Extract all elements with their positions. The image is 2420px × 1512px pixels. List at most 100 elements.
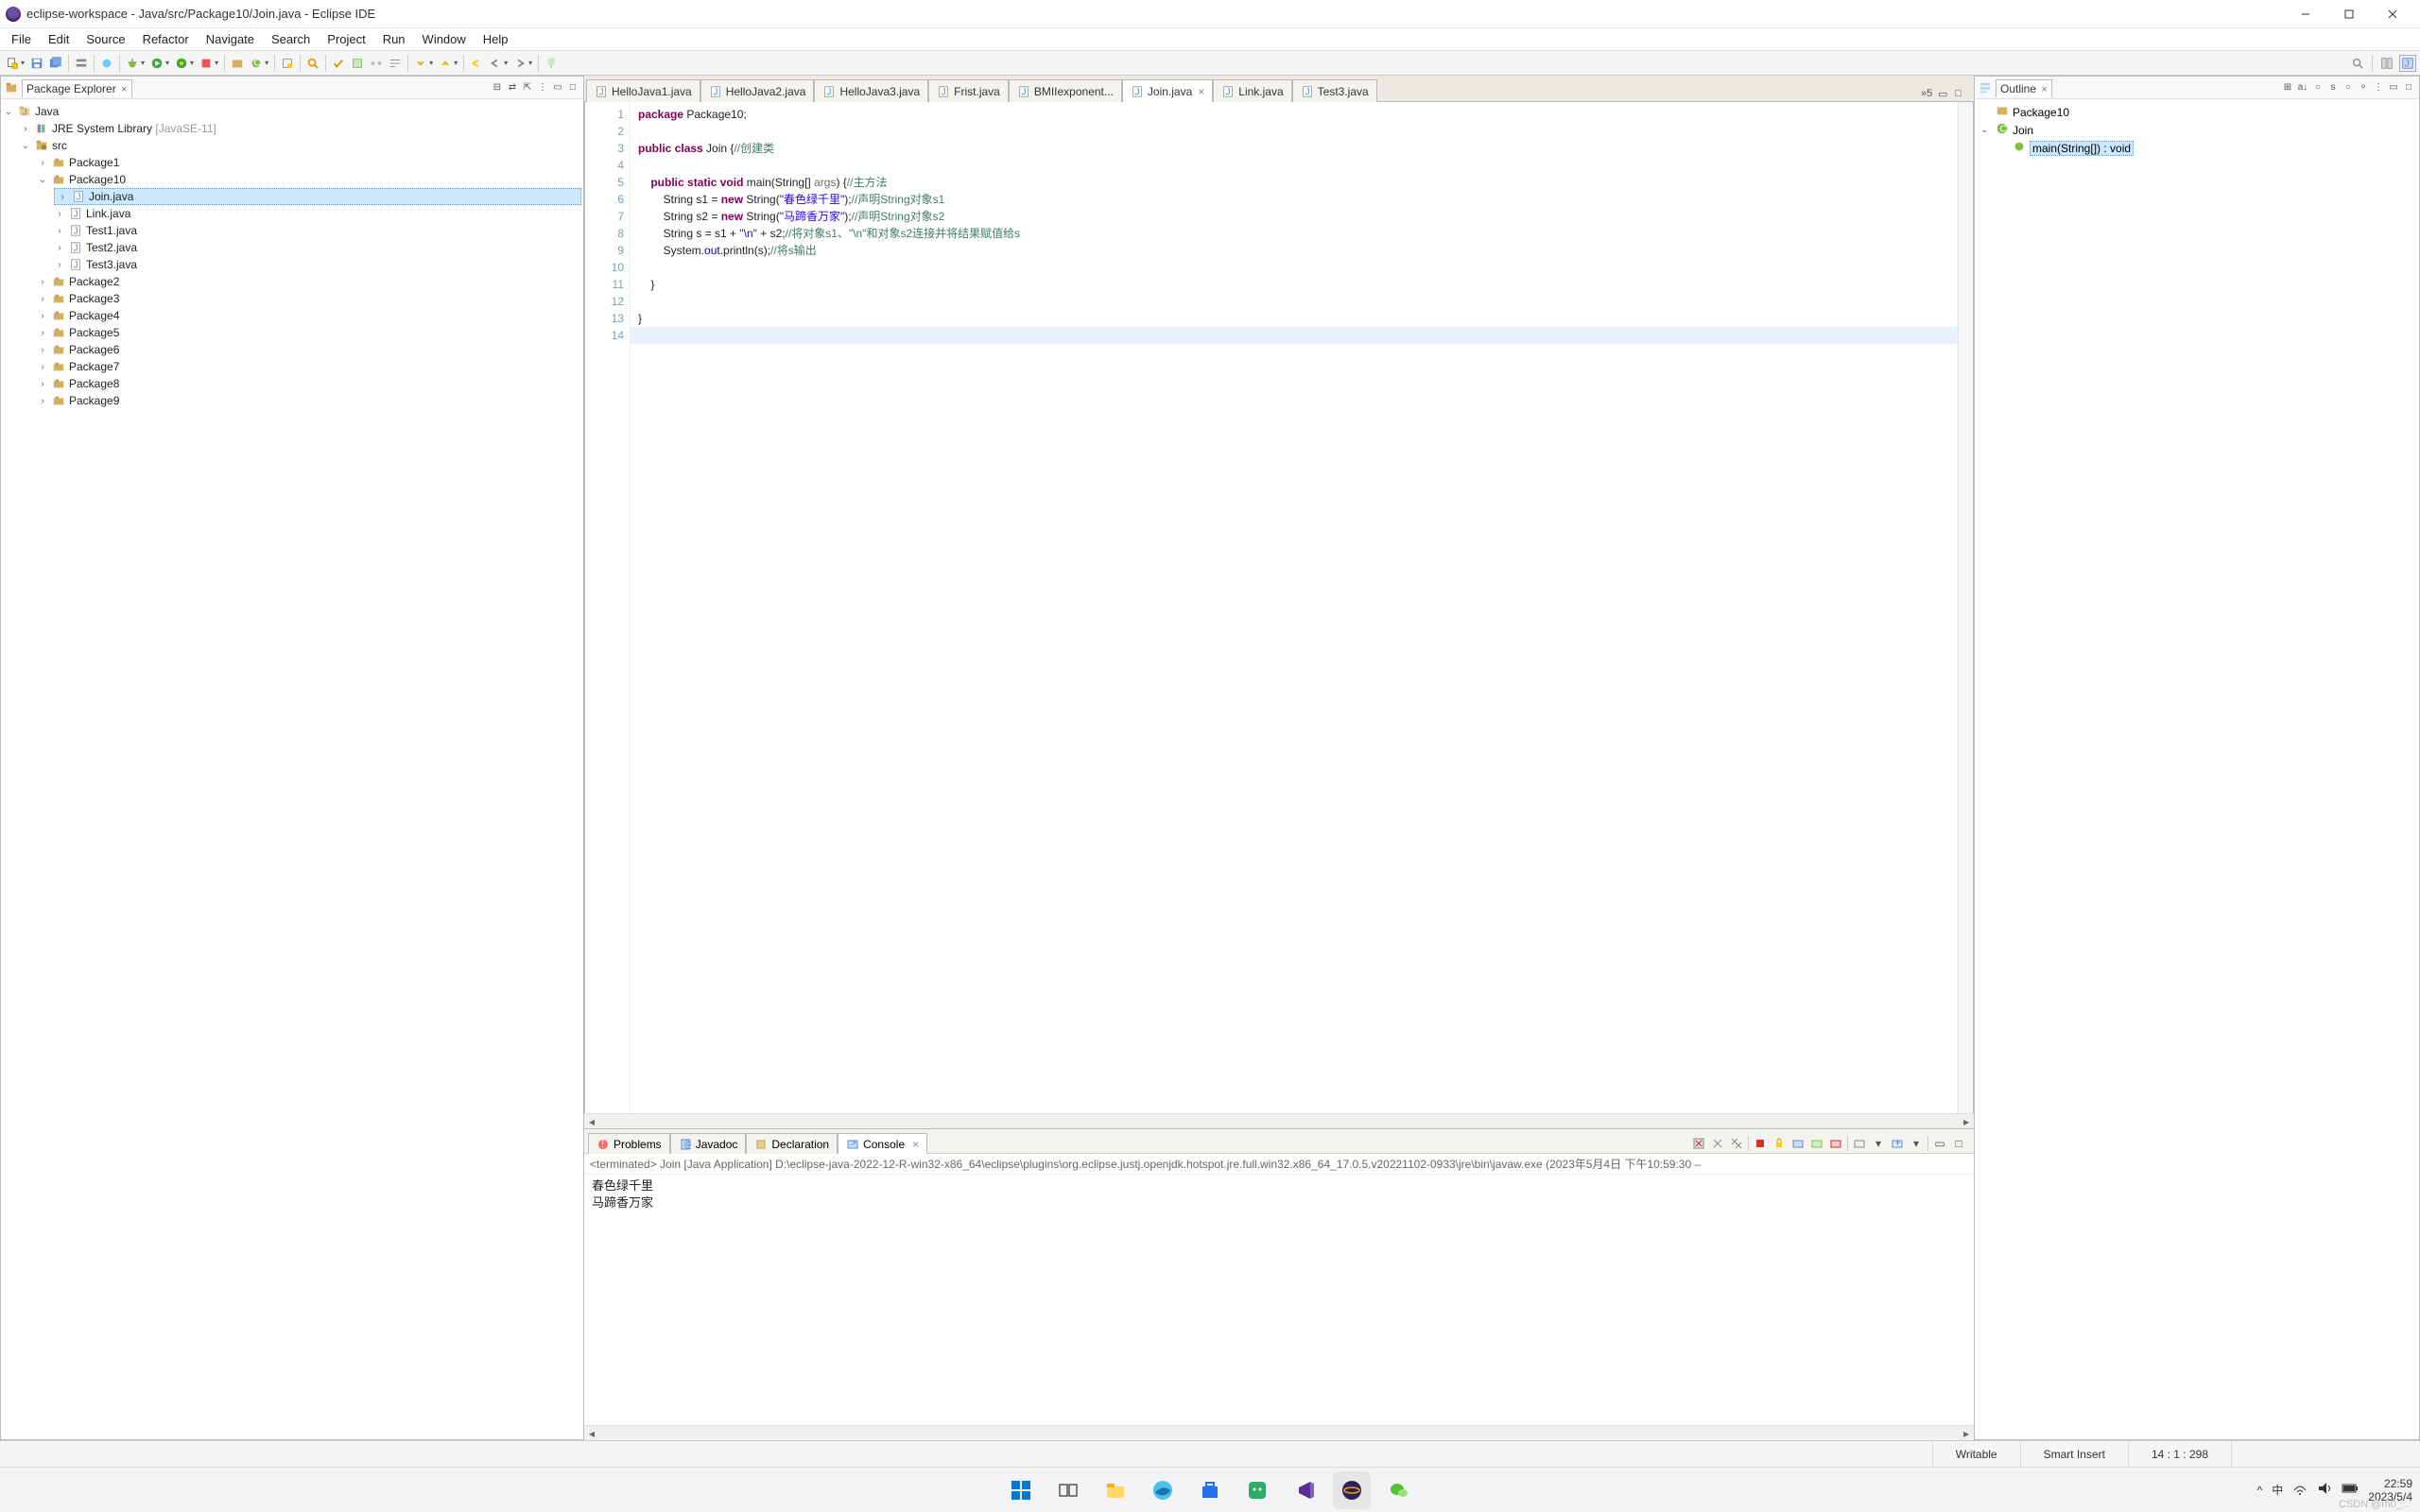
focus-icon[interactable]: ⇱ [521,81,534,94]
package-node[interactable]: ›Package7 [37,358,581,375]
view-menu-icon[interactable]: ⋮ [536,81,549,94]
java-file-node[interactable]: ›JTest3.java [54,256,581,273]
remove-all-icon[interactable] [1729,1136,1744,1151]
pin-editor-button[interactable] [543,55,560,72]
tray-volume-icon[interactable] [2317,1481,2332,1499]
outline-class[interactable]: ⌄ C Join [1980,121,2413,139]
menu-run[interactable]: Run [375,29,413,49]
bottom-tab-console[interactable]: >_Console× [838,1133,927,1154]
outline-method[interactable]: main(String[]) : void [1980,139,2413,157]
close-icon[interactable]: × [1198,85,1204,98]
editor-tab[interactable]: JFrist.java [928,79,1009,102]
menu-source[interactable]: Source [78,29,132,49]
pin-console-icon[interactable] [1852,1136,1867,1151]
remove-launch-icon[interactable] [1710,1136,1725,1151]
overview-ruler[interactable] [1958,102,1973,1113]
code-area[interactable]: package Package10; public class Join {//… [631,102,1958,1113]
menu-file[interactable]: File [4,29,39,49]
package-node[interactable]: ›Package9 [37,392,581,409]
skip-breakpoints-button[interactable] [98,55,115,72]
tray-battery-icon[interactable] [2342,1483,2359,1497]
java-file-node[interactable]: ›JLink.java [54,205,581,222]
focus-on-active-icon[interactable]: ⊞ [2281,81,2294,94]
outline-tree[interactable]: Package10 ⌄ C Join main(String[]) : void [1975,99,2419,1439]
minimize-editor-icon[interactable]: ▭ [1938,88,1951,101]
close-icon[interactable]: × [912,1138,919,1151]
package-node[interactable]: ›Package8 [37,375,581,392]
java-perspective-button[interactable]: J [2399,55,2416,72]
close-button[interactable] [2371,0,2414,28]
save-button[interactable] [28,55,45,72]
show-whitespace-button[interactable] [368,55,385,72]
open-perspective-button[interactable] [2378,55,2395,72]
eclipse-button[interactable] [1333,1471,1371,1509]
menu-help[interactable]: Help [475,29,516,49]
new-console-icon[interactable]: ▾ [1909,1136,1924,1151]
search-button[interactable] [304,55,321,72]
package-node[interactable]: ›Package4 [37,307,581,324]
minimize-view-icon[interactable]: ▭ [551,81,564,94]
minimize-console-icon[interactable]: ▭ [1932,1136,1947,1151]
bottom-tab-declaration[interactable]: Declaration [746,1133,838,1154]
java-file-node[interactable]: ›JJoin.java [54,188,581,205]
java-file-node[interactable]: ›JTest2.java [54,239,581,256]
hide-nonpublic-icon[interactable]: ○ [2342,81,2355,94]
maximize-view-icon[interactable]: □ [2402,81,2415,94]
run-button[interactable] [148,55,165,72]
menu-search[interactable]: Search [264,29,318,49]
code-editor[interactable]: 1234567891011121314 package Package10; p… [584,102,1974,1113]
editor-tab[interactable]: JJoin.java× [1122,79,1213,102]
hide-fields-icon[interactable]: ○ [2311,81,2325,94]
editor-tab[interactable]: JHelloJava3.java [814,79,928,102]
store-button[interactable] [1191,1471,1229,1509]
menu-navigate[interactable]: Navigate [199,29,262,49]
tray-wifi-icon[interactable] [2292,1481,2308,1499]
external-tools-button[interactable] [198,55,215,72]
last-edit-button[interactable] [468,55,485,72]
tray-chevron-icon[interactable]: ^ [2257,1484,2263,1497]
forward-button[interactable] [511,55,528,72]
package-node[interactable]: ›Package1 [37,154,581,171]
project-node[interactable]: ⌄JJava [3,103,581,120]
tray-ime[interactable]: 中 [2272,1482,2283,1498]
coverage-button[interactable] [173,55,190,72]
new-package-button[interactable] [229,55,246,72]
bottom-tab-problems[interactable]: !Problems [588,1133,670,1154]
editor-hscrollbar[interactable]: ◂▸ [584,1113,1974,1128]
java-file-node[interactable]: ›JTest1.java [54,222,581,239]
console-hscrollbar[interactable]: ◂▸ [584,1425,1974,1440]
package-tree[interactable]: ⌄JJava›JRE System Library [JavaSE-11]⌄sr… [1,99,583,1439]
jre-node[interactable]: ›JRE System Library [JavaSE-11] [20,120,581,137]
hide-static-icon[interactable]: s [2326,81,2340,94]
menu-refactor[interactable]: Refactor [135,29,197,49]
wechat-button[interactable] [1238,1471,1276,1509]
bottom-tab-javadoc[interactable]: @Javadoc [670,1133,747,1154]
terminate-icon[interactable] [1753,1136,1768,1151]
save-all-button[interactable] [47,55,64,72]
hide-local-icon[interactable]: ⚬ [2357,81,2370,94]
outline-tab[interactable]: Outline × [1996,79,2052,97]
start-button[interactable] [1002,1471,1040,1509]
maximize-view-icon[interactable]: □ [566,81,579,94]
edge-button[interactable] [1144,1471,1182,1509]
console-output[interactable]: 春色绿千里 马蹄香万家 [584,1175,1974,1425]
quick-access-button[interactable] [2349,55,2366,72]
back-button[interactable] [487,55,504,72]
maximize-editor-icon[interactable]: □ [1955,88,1968,101]
src-node[interactable]: ⌄src [20,137,581,154]
vscode-button[interactable] [1286,1471,1323,1509]
debug-button[interactable] [124,55,141,72]
editor-tab[interactable]: JLink.java [1213,79,1291,102]
toggle-mark-button[interactable] [330,55,347,72]
display-selected-icon[interactable]: ▾ [1871,1136,1886,1151]
scroll-lock-icon[interactable] [1772,1136,1787,1151]
sort-icon[interactable]: a↓ [2296,81,2309,94]
maximize-button[interactable] [2327,0,2371,28]
new-button[interactable] [4,55,21,72]
menu-window[interactable]: Window [415,29,474,49]
close-icon[interactable]: × [121,84,127,95]
view-menu-icon[interactable]: ⋮ [2372,81,2385,94]
next-annotation-button[interactable] [412,55,429,72]
editor-tab[interactable]: JHelloJava2.java [700,79,815,102]
package-explorer-tab[interactable]: Package Explorer × [22,79,132,97]
